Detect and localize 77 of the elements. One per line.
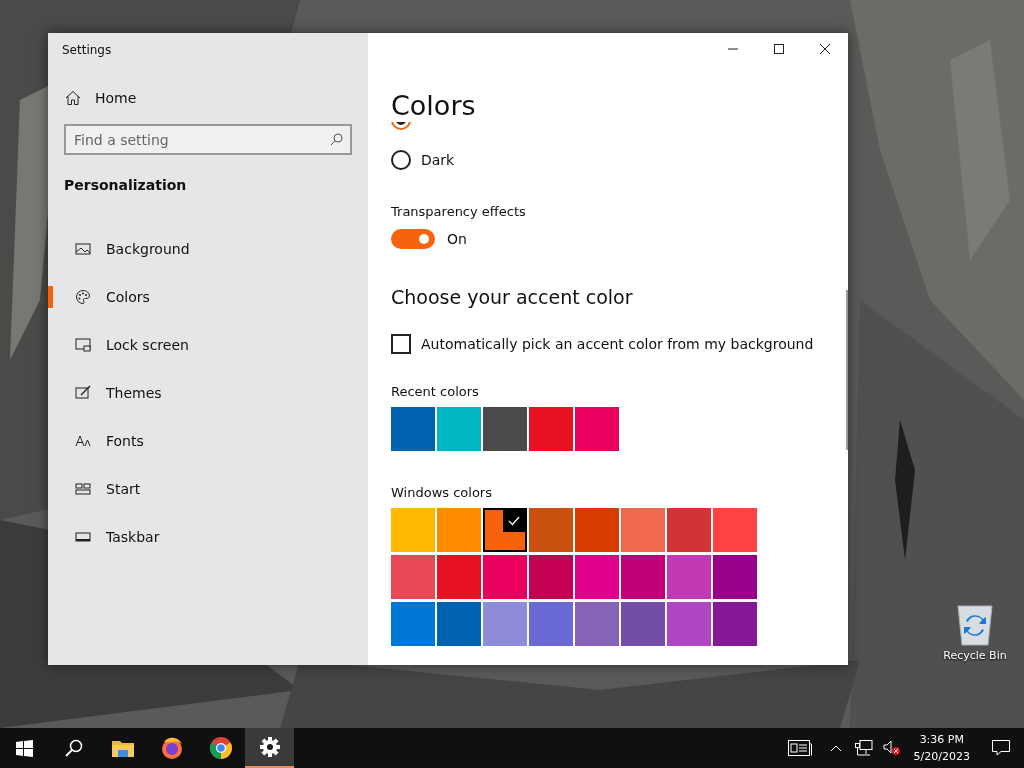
home-link[interactable]: Home bbox=[65, 90, 137, 106]
color-swatch[interactable] bbox=[437, 602, 481, 646]
scrollbar[interactable] bbox=[846, 290, 848, 450]
folder-icon bbox=[111, 739, 134, 757]
radio-button[interactable] bbox=[391, 150, 411, 170]
start-icon bbox=[75, 481, 91, 497]
color-swatch[interactable] bbox=[667, 555, 711, 599]
clock[interactable]: 3:36 PM 5/20/2023 bbox=[905, 731, 978, 765]
fonts-icon bbox=[75, 433, 91, 449]
color-swatch[interactable] bbox=[483, 602, 527, 646]
toggle-state: On bbox=[447, 231, 467, 247]
desktop-icon[interactable]: Recycle Bin bbox=[940, 602, 1010, 662]
checkbox[interactable] bbox=[391, 334, 411, 354]
color-swatch[interactable] bbox=[529, 407, 573, 451]
maximize-icon bbox=[774, 44, 784, 54]
page-title: Colors bbox=[391, 90, 477, 122]
nav-item[interactable]: Taskbar bbox=[48, 513, 368, 561]
check-icon bbox=[503, 510, 525, 532]
fox-globe-icon bbox=[159, 736, 184, 760]
radio-label: Dark bbox=[421, 152, 455, 168]
chrome-icon bbox=[208, 736, 233, 760]
color-swatch[interactable] bbox=[621, 508, 665, 552]
color-swatch[interactable] bbox=[483, 555, 527, 599]
color-swatch[interactable] bbox=[575, 407, 619, 451]
color-swatch[interactable] bbox=[575, 555, 619, 599]
search-field[interactable]: Find a setting bbox=[64, 124, 352, 155]
group-label: Recent colors bbox=[391, 384, 480, 399]
setting-label: Transparency effects bbox=[391, 204, 527, 219]
gear-icon bbox=[259, 737, 280, 757]
clock-time: 3:36 PM bbox=[919, 732, 964, 748]
group-label: Windows colors bbox=[391, 485, 493, 500]
color-swatch[interactable] bbox=[529, 555, 573, 599]
themes-icon bbox=[75, 385, 91, 401]
search-icon bbox=[330, 133, 343, 146]
color-swatch[interactable] bbox=[437, 555, 481, 599]
search-icon bbox=[64, 739, 83, 757]
clock-date: 5/20/2023 bbox=[913, 749, 970, 765]
taskbar-button[interactable] bbox=[245, 728, 294, 768]
nav-item[interactable]: Colors bbox=[48, 273, 368, 321]
nav-item[interactable]: Start bbox=[48, 465, 368, 513]
toggle-switch[interactable] bbox=[391, 229, 435, 249]
color-swatch[interactable] bbox=[391, 407, 435, 451]
taskbar-icon bbox=[75, 529, 91, 545]
nav-item[interactable]: Fonts bbox=[48, 417, 368, 465]
color-swatch[interactable] bbox=[621, 602, 665, 646]
windows-logo-icon bbox=[16, 739, 33, 757]
color-swatch[interactable] bbox=[483, 407, 527, 451]
close-icon bbox=[820, 44, 830, 54]
color-swatch[interactable] bbox=[667, 508, 711, 552]
color-swatch[interactable] bbox=[391, 555, 435, 599]
nav-item[interactable]: Lock screen bbox=[48, 321, 368, 369]
nav-item[interactable]: Background bbox=[48, 225, 368, 273]
colors-icon bbox=[75, 289, 91, 305]
color-swatch[interactable] bbox=[483, 508, 527, 552]
section-title: Personalization bbox=[64, 177, 188, 193]
color-swatch[interactable] bbox=[575, 602, 619, 646]
recycle-bin-icon bbox=[955, 602, 995, 646]
color-swatch[interactable] bbox=[437, 407, 481, 451]
color-swatch[interactable] bbox=[391, 602, 435, 646]
nav-item[interactable]: Themes bbox=[48, 369, 368, 417]
background-icon bbox=[75, 241, 91, 257]
color-swatch[interactable] bbox=[575, 508, 619, 552]
color-swatch[interactable] bbox=[621, 555, 665, 599]
section-heading: Choose your accent color bbox=[391, 286, 634, 308]
lock-icon bbox=[75, 337, 91, 353]
color-swatch[interactable] bbox=[713, 555, 757, 599]
color-swatch[interactable] bbox=[713, 602, 757, 646]
color-swatch[interactable] bbox=[437, 508, 481, 552]
home-icon bbox=[65, 90, 81, 106]
color-swatch[interactable] bbox=[667, 602, 711, 646]
window-title: Settings bbox=[61, 42, 113, 59]
color-swatch[interactable] bbox=[529, 508, 573, 552]
color-swatch[interactable] bbox=[529, 602, 573, 646]
color-swatch[interactable] bbox=[713, 508, 757, 552]
color-swatch[interactable] bbox=[391, 508, 435, 552]
icon-label: Recycle Bin bbox=[943, 649, 1007, 662]
checkbox-label: Automatically pick an accent color from my background bbox=[421, 336, 814, 352]
